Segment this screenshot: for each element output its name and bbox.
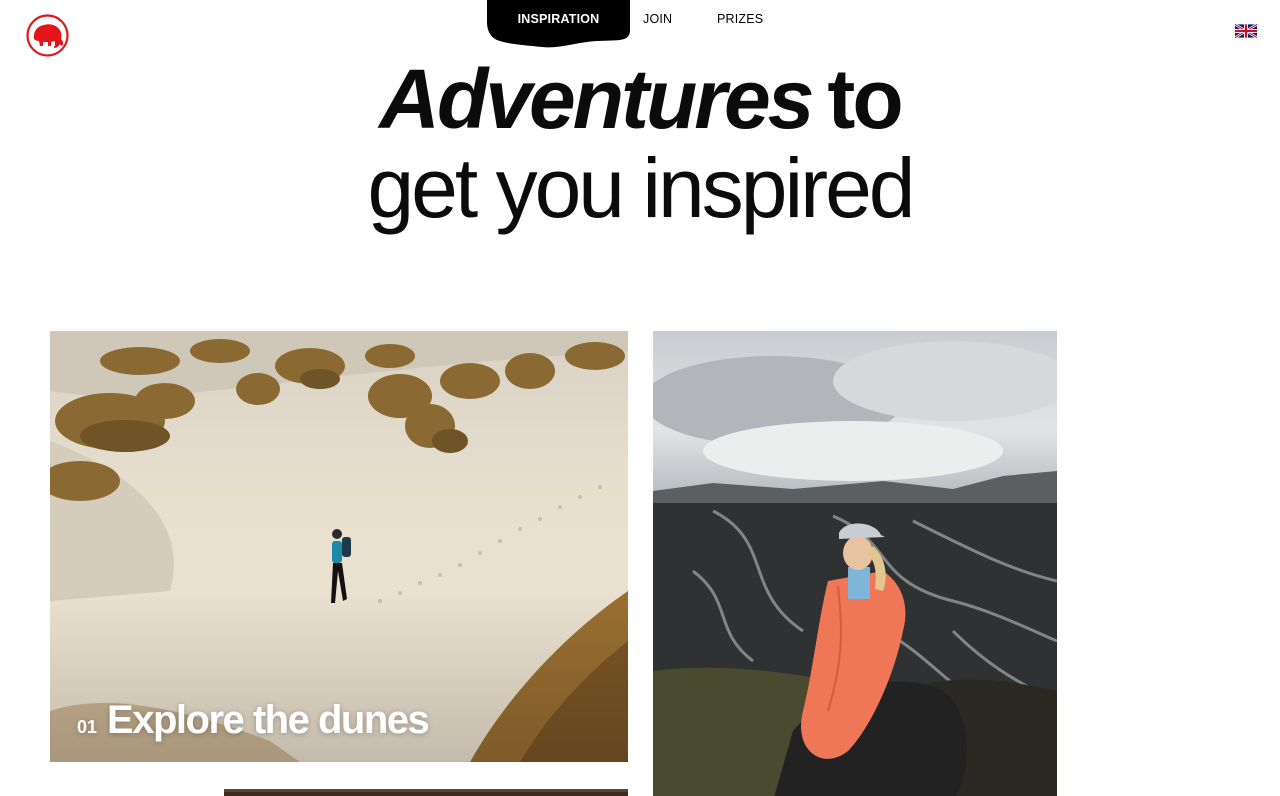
card-title: Explore the dunes xyxy=(107,698,430,742)
nav-tab-join[interactable]: JOIN xyxy=(643,12,672,27)
mammut-logo[interactable] xyxy=(25,13,70,58)
page-title-line-2: get you inspired xyxy=(367,141,915,235)
page-title-line-1: Adventures to xyxy=(0,55,1280,143)
page-title-italic: Adventures xyxy=(379,52,814,146)
uk-flag-icon xyxy=(1234,23,1258,39)
third-card-image xyxy=(224,789,628,796)
card-caption: 01 Explore the dunes xyxy=(77,698,430,742)
sleeping-bag-woman-image xyxy=(653,331,1057,796)
nav-tab-prizes[interactable]: PRIZES xyxy=(717,12,763,27)
adventure-card-dunes[interactable]: 01 Explore the dunes xyxy=(50,331,628,762)
nav-tab-inspiration[interactable]: INSPIRATION xyxy=(487,12,630,27)
adventure-card-sleeping-bag[interactable] xyxy=(653,331,1057,796)
page-title-rest: to xyxy=(827,52,903,146)
mammoth-logo-icon xyxy=(26,14,69,57)
adventure-card-third[interactable] xyxy=(224,789,628,796)
language-selector[interactable] xyxy=(1234,23,1258,39)
card-number: 01 xyxy=(77,717,98,737)
